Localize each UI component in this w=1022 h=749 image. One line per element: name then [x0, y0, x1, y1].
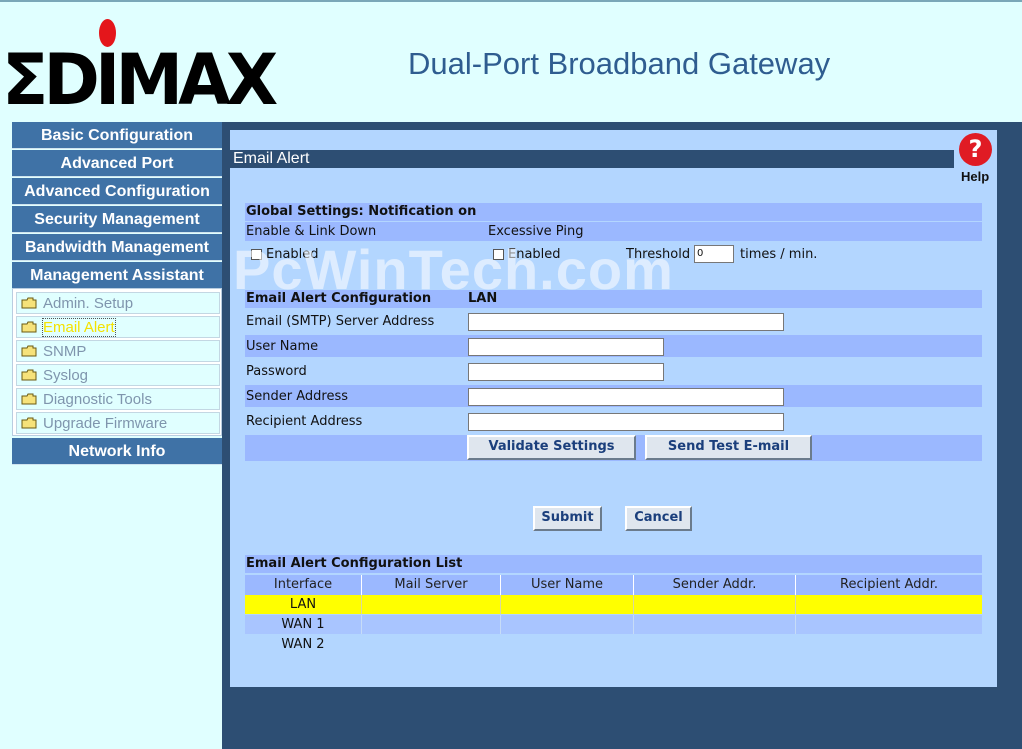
content-panel: Email Alert ? Help Global Settings: Noti…	[230, 130, 997, 687]
menu-basic-configuration[interactable]: Basic Configuration	[12, 122, 222, 149]
header-banner: ΣDIMAX Dual-Port Broadband Gateway	[0, 0, 1022, 122]
config-list-column-headers: Interface Mail Server User Name Sender A…	[245, 575, 982, 595]
password-label: Password	[246, 364, 307, 379]
section-title-bar	[230, 150, 954, 168]
folder-icon	[21, 345, 37, 357]
submenu-email-alert[interactable]: Email Alert	[16, 316, 220, 338]
menu-management-assistant[interactable]: Management Assistant	[12, 262, 222, 289]
threshold-unit: times / min.	[740, 247, 818, 262]
menu-security-management[interactable]: Security Management	[12, 206, 222, 233]
column-sender-addr: Sender Addr.	[672, 577, 757, 592]
config-interface-label: LAN	[468, 291, 498, 306]
logo-dot-icon	[99, 19, 116, 47]
cell-divider	[500, 615, 501, 634]
product-title: Dual-Port Broadband Gateway	[408, 46, 831, 81]
recipient-address-input[interactable]	[468, 413, 784, 431]
folder-icon	[21, 417, 37, 429]
password-input[interactable]	[468, 363, 664, 381]
cell-interface: WAN 1	[281, 617, 325, 632]
management-assistant-submenu: Admin. Setup Email Alert SNMP Syslog Dia…	[12, 288, 222, 436]
submenu-label: Syslog	[43, 367, 89, 384]
cancel-button[interactable]: Cancel	[625, 506, 692, 531]
help-icon[interactable]: ?	[959, 133, 992, 166]
submit-button[interactable]: Submit	[533, 506, 602, 531]
smtp-server-label: Email (SMTP) Server Address	[246, 314, 435, 329]
folder-icon	[21, 369, 37, 381]
column-mail-server: Mail Server	[394, 577, 468, 592]
cell-interface: LAN	[289, 597, 317, 612]
submenu-diagnostic-tools[interactable]: Diagnostic Tools	[16, 388, 220, 410]
config-header-label: Email Alert Configuration	[246, 291, 432, 306]
validate-settings-button[interactable]: Validate Settings	[467, 435, 636, 460]
threshold-input[interactable]: 0	[694, 245, 734, 263]
cell-interface: WAN 2	[281, 637, 325, 652]
submenu-label: Email Alert	[42, 318, 116, 337]
user-name-label: User Name	[246, 339, 319, 354]
link-down-enabled-checkbox[interactable]	[251, 249, 262, 260]
global-settings-header: Global Settings: Notification on	[245, 203, 982, 221]
smtp-server-input[interactable]	[468, 313, 784, 331]
submenu-syslog[interactable]: Syslog	[16, 364, 220, 386]
cell-divider	[361, 595, 362, 614]
submenu-admin-setup[interactable]: Admin. Setup	[16, 292, 220, 314]
table-row[interactable]: WAN 2	[245, 635, 982, 654]
excessive-ping-label: Excessive Ping	[488, 224, 584, 239]
threshold-label: Threshold	[626, 247, 691, 262]
table-row[interactable]: LAN	[245, 595, 982, 614]
folder-icon	[21, 321, 37, 333]
menu-network-info[interactable]: Network Info	[12, 438, 222, 465]
menu-bandwidth-management[interactable]: Bandwidth Management	[12, 234, 222, 261]
submenu-snmp[interactable]: SNMP	[16, 340, 220, 362]
cell-divider	[500, 595, 501, 614]
send-test-email-button[interactable]: Send Test E-mail	[645, 435, 812, 460]
column-user-name: User Name	[530, 577, 604, 592]
folder-icon	[21, 297, 37, 309]
global-settings-labels-row: Enable & Link Down Excessive Ping	[245, 222, 982, 241]
submenu-label: Admin. Setup	[43, 295, 134, 312]
global-settings-controls-row: Enabled Enabled Threshold 0 times / min.	[245, 243, 982, 265]
sender-address-input[interactable]	[468, 388, 784, 406]
help-label[interactable]: Help	[961, 169, 989, 184]
user-name-input[interactable]	[468, 338, 664, 356]
link-down-label: Enable & Link Down	[246, 224, 377, 239]
recipient-address-row: Recipient Address	[245, 410, 982, 432]
submenu-label: SNMP	[43, 343, 87, 360]
smtp-server-row: Email (SMTP) Server Address	[245, 310, 982, 332]
sender-address-label: Sender Address	[246, 389, 348, 404]
password-row: Password	[245, 360, 982, 382]
sidebar: Basic Configuration Advanced Port Advanc…	[0, 122, 222, 749]
recipient-address-label: Recipient Address	[246, 414, 363, 429]
config-list-header: Email Alert Configuration List	[245, 555, 982, 573]
ping-enabled-label: Enabled	[508, 247, 561, 262]
table-row[interactable]: WAN 1	[245, 615, 982, 634]
user-name-row: User Name	[245, 335, 982, 357]
cell-divider	[361, 615, 362, 634]
menu-advanced-port[interactable]: Advanced Port	[12, 150, 222, 177]
cell-divider	[795, 595, 796, 614]
submenu-upgrade-firmware[interactable]: Upgrade Firmware	[16, 412, 220, 434]
folder-icon	[21, 393, 37, 405]
config-buttons-row: Validate Settings Send Test E-mail	[245, 435, 982, 461]
cell-divider	[633, 615, 634, 634]
ping-enabled-checkbox[interactable]	[493, 249, 504, 260]
submenu-label: Upgrade Firmware	[43, 415, 168, 432]
column-interface: Interface	[273, 577, 333, 592]
cell-divider	[795, 615, 796, 634]
link-down-enabled-label: Enabled	[266, 247, 319, 262]
email-alert-config-header: Email Alert Configuration LAN	[245, 290, 982, 308]
page-title: Email Alert	[233, 150, 310, 167]
sender-address-row: Sender Address	[245, 385, 982, 407]
column-recipient-addr: Recipient Addr.	[840, 577, 938, 592]
brand-logo: ΣDIMAX	[2, 39, 278, 121]
cell-divider	[633, 595, 634, 614]
submenu-label: Diagnostic Tools	[43, 391, 152, 408]
menu-advanced-configuration[interactable]: Advanced Configuration	[12, 178, 222, 205]
